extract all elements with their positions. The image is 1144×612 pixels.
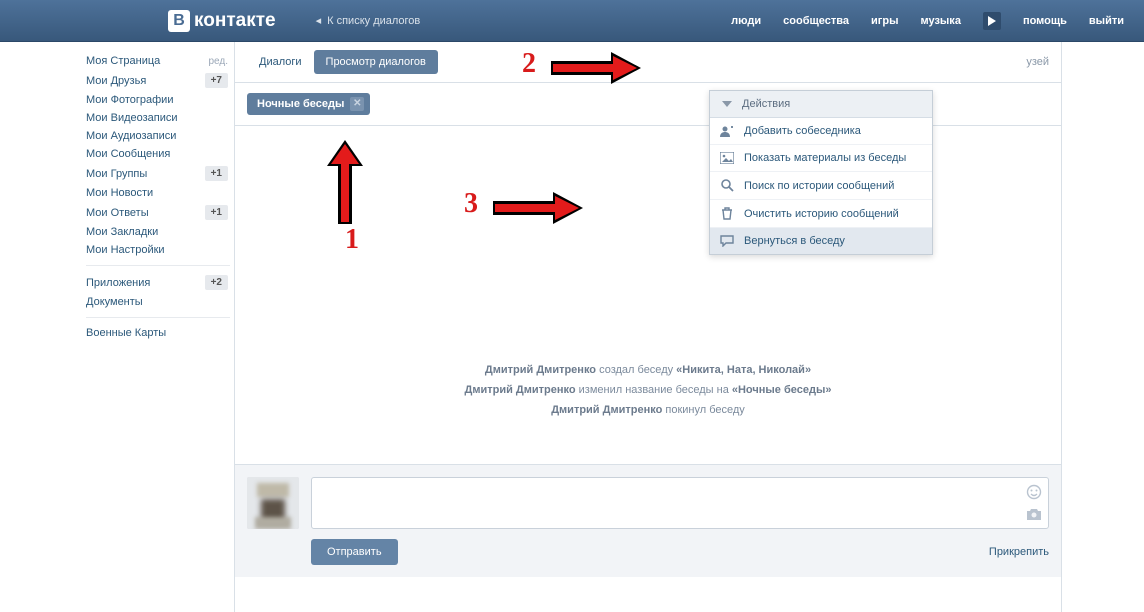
tabs-right-label: узей bbox=[1026, 56, 1049, 68]
actor: Дмитрий Дмитренко bbox=[465, 384, 576, 396]
system-messages-feed: Дмитрий Дмитренко создал беседу «Никита,… bbox=[235, 126, 1061, 464]
sidebar-item-label: Мои Друзья bbox=[86, 75, 146, 87]
nav-communities[interactable]: сообщества bbox=[783, 15, 849, 27]
chat-icon bbox=[720, 235, 734, 247]
chat-chip-label: Ночные беседы bbox=[257, 98, 344, 110]
sidebar-item-audio[interactable]: Мои Аудиозаписи bbox=[82, 127, 234, 145]
actions-dropdown: Действия Добавить собеседника Показать м… bbox=[709, 90, 933, 255]
top-header: В контакте ◂ К списку диалогов люди сооб… bbox=[0, 0, 1144, 42]
actor: Дмитрий Дмитренко bbox=[485, 364, 596, 376]
nav-music[interactable]: музыка bbox=[920, 15, 960, 27]
sidebar-item-my-page[interactable]: Моя Страница ред. bbox=[82, 52, 234, 70]
sidebar-item-videos[interactable]: Мои Видеозаписи bbox=[82, 109, 234, 127]
sidebar-edit-link[interactable]: ред. bbox=[208, 56, 228, 67]
dropdown-item-search-history[interactable]: Поиск по истории сообщений bbox=[710, 171, 932, 199]
sidebar-counter: +1 bbox=[205, 166, 228, 181]
compose-area: Отправить Прикрепить bbox=[235, 464, 1061, 577]
main-panel: Диалоги Просмотр диалогов узей Ночные бе… bbox=[234, 42, 1062, 612]
sidebar-counter: +7 bbox=[205, 73, 228, 88]
sidebar-item-news[interactable]: Мои Новости bbox=[82, 184, 234, 202]
emoji-icon[interactable] bbox=[1026, 484, 1042, 503]
user-plus-icon bbox=[720, 125, 734, 137]
sidebar-item-replies[interactable]: Мои Ответы +1 bbox=[82, 202, 234, 223]
sidebar-item-label: Мои Ответы bbox=[86, 207, 149, 219]
sidebar-item-label: Мои Аудиозаписи bbox=[86, 130, 176, 142]
sidebar-separator bbox=[86, 317, 230, 318]
system-message: Дмитрий Дмитренко изменил название бесед… bbox=[255, 384, 1041, 396]
sidebar-item-groups[interactable]: Мои Группы +1 bbox=[82, 163, 234, 184]
sidebar-item-settings[interactable]: Мои Настройки bbox=[82, 241, 234, 259]
sidebar-item-label: Мои Настройки bbox=[86, 244, 165, 256]
sidebar-item-label: Документы bbox=[86, 296, 143, 308]
dropdown-item-label: Очистить историю сообщений bbox=[744, 208, 899, 220]
attach-link[interactable]: Прикрепить bbox=[989, 546, 1049, 558]
sidebar-item-label: Моя Страница bbox=[86, 55, 160, 67]
dropdown-item-show-media[interactable]: Показать материалы из беседы bbox=[710, 144, 932, 171]
actor: Дмитрий Дмитренко bbox=[551, 404, 662, 416]
chevron-left-icon: ◂ bbox=[316, 14, 322, 27]
dropdown-item-label: Вернуться в беседу bbox=[744, 235, 845, 247]
dropdown-item-label: Поиск по истории сообщений bbox=[744, 180, 894, 192]
message-input-box[interactable] bbox=[311, 477, 1049, 529]
image-icon bbox=[720, 152, 734, 164]
chat-chip[interactable]: Ночные беседы ✕ bbox=[247, 93, 370, 115]
sidebar-item-friends[interactable]: Мои Друзья +7 bbox=[82, 70, 234, 91]
sidebar-item-label: Мои Видеозаписи bbox=[86, 112, 178, 124]
dropdown-header[interactable]: Действия bbox=[710, 91, 932, 118]
sidebar-item-label: Военные Карты bbox=[86, 327, 166, 339]
nav-logout[interactable]: выйти bbox=[1089, 15, 1124, 27]
back-to-dialogs-link[interactable]: ◂ К списку диалогов bbox=[316, 14, 421, 27]
back-label: К списку диалогов bbox=[327, 15, 420, 27]
sidebar-item-label: Мои Сообщения bbox=[86, 148, 170, 160]
sidebar-item-label: Мои Закладки bbox=[86, 226, 158, 238]
nav-games[interactable]: игры bbox=[871, 15, 898, 27]
sidebar-item-label: Мои Фотографии bbox=[86, 94, 173, 106]
sidebar-item-docs[interactable]: Документы bbox=[82, 293, 234, 311]
logo-badge: В bbox=[168, 10, 190, 32]
tab-dialogs[interactable]: Диалоги bbox=[247, 50, 314, 74]
nav-people[interactable]: люди bbox=[731, 15, 761, 27]
tabs-bar: Диалоги Просмотр диалогов узей bbox=[235, 42, 1061, 83]
message-textarea[interactable] bbox=[318, 484, 1042, 522]
play-icon[interactable] bbox=[983, 12, 1001, 30]
dropdown-item-clear-history[interactable]: Очистить историю сообщений bbox=[710, 199, 932, 227]
chevron-down-icon bbox=[720, 101, 734, 107]
close-icon[interactable]: ✕ bbox=[350, 97, 364, 111]
dropdown-item-return-to-chat[interactable]: Вернуться в беседу bbox=[710, 227, 932, 254]
system-message: Дмитрий Дмитренко создал беседу «Никита,… bbox=[255, 364, 1041, 376]
avatar[interactable] bbox=[247, 477, 299, 529]
sidebar-item-messages[interactable]: Мои Сообщения bbox=[82, 145, 234, 163]
sidebar-item-war-maps[interactable]: Военные Карты bbox=[82, 324, 234, 342]
dropdown-item-label: Добавить собеседника bbox=[744, 125, 861, 137]
top-nav: люди сообщества игры музыка помощь выйти bbox=[731, 12, 1124, 30]
logo-text: контакте bbox=[194, 10, 276, 32]
sidebar-counter: +1 bbox=[205, 205, 228, 220]
sidebar-separator bbox=[86, 265, 230, 266]
dropdown-item-add-member[interactable]: Добавить собеседника bbox=[710, 118, 932, 144]
logo[interactable]: В контакте bbox=[168, 10, 276, 32]
sidebar-item-bookmarks[interactable]: Мои Закладки bbox=[82, 223, 234, 241]
sidebar-item-label: Мои Новости bbox=[86, 187, 153, 199]
tab-view-dialogs[interactable]: Просмотр диалогов bbox=[314, 50, 438, 74]
sidebar-item-apps[interactable]: Приложения +2 bbox=[82, 272, 234, 293]
dropdown-header-label: Действия bbox=[742, 98, 790, 110]
sidebar-item-label: Приложения bbox=[86, 277, 150, 289]
chat-title-bar: Ночные беседы ✕ bbox=[235, 83, 1061, 126]
sidebar-item-label: Мои Группы bbox=[86, 168, 147, 180]
dropdown-item-label: Показать материалы из беседы bbox=[744, 152, 906, 164]
left-sidebar: Моя Страница ред. Мои Друзья +7 Мои Фото… bbox=[82, 42, 234, 612]
search-icon bbox=[720, 179, 734, 192]
system-message: Дмитрий Дмитренко покинул беседу bbox=[255, 404, 1041, 416]
send-button[interactable]: Отправить bbox=[311, 539, 398, 565]
trash-icon bbox=[720, 207, 734, 220]
sidebar-counter: +2 bbox=[205, 275, 228, 290]
camera-icon[interactable] bbox=[1026, 507, 1042, 524]
sidebar-item-photos[interactable]: Мои Фотографии bbox=[82, 91, 234, 109]
nav-help[interactable]: помощь bbox=[1023, 15, 1067, 27]
